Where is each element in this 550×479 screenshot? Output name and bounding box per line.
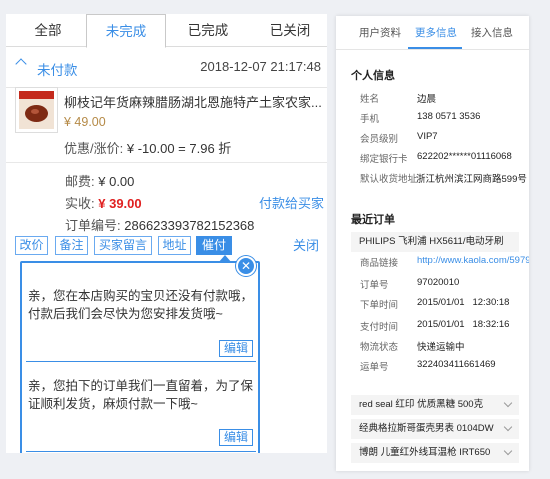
tab-more-info[interactable]: 更多信息	[415, 25, 457, 40]
info-row: 姓名 边晨	[360, 91, 525, 105]
product-title[interactable]: 柳枝记年货麻辣腊肠湖北恩施特产土家农家...	[64, 92, 322, 111]
paid-label: 实收:	[65, 196, 95, 211]
order-time: 2018-12-07 21:17:48	[200, 59, 321, 74]
tab-finished[interactable]: 已完成	[168, 14, 248, 47]
order-number-row: 订单编号: 286623393782152368	[65, 215, 254, 234]
order-label: 商品链接	[360, 258, 399, 269]
pay-to-buyer-link[interactable]: 付款给买家	[259, 193, 324, 212]
order-row: 运单号 322403411661469	[360, 359, 525, 373]
order-label: 运单号	[360, 362, 389, 373]
info-row: 手机 138 0571 3536	[360, 111, 525, 125]
edit-template-2-button[interactable]: 编辑	[218, 429, 253, 446]
tab-unfinished[interactable]: 未完成	[86, 14, 166, 48]
tab-access-info[interactable]: 接入信息	[471, 25, 513, 40]
active-tab-indicator	[408, 47, 462, 49]
order-label: 支付时间	[360, 322, 399, 333]
order-section-header[interactable]: 未付款 2018-12-07 21:17:48	[6, 47, 327, 88]
template-divider	[26, 451, 256, 452]
close-link[interactable]: 关闭	[293, 236, 319, 255]
product-image-band	[19, 91, 54, 99]
recent-order-product: 博朗 儿童红外线耳温枪 IRT650	[359, 447, 491, 458]
info-value: VIP7	[417, 131, 438, 142]
order-row: 商品链接 http://www.kaola.com/5979	[360, 255, 529, 269]
order-value: 快递运输中	[417, 342, 465, 353]
close-icon[interactable]: ✕	[236, 256, 256, 276]
info-label: 手机	[360, 114, 380, 125]
shipping-row: 邮费: ¥ 0.00	[65, 171, 134, 190]
order-value: 2015/01/01 12:30:18	[417, 297, 510, 308]
recent-orders-title: 最近订单	[351, 214, 395, 226]
template-divider	[26, 361, 256, 362]
tab-closed[interactable]: 已关闭	[250, 14, 327, 47]
order-actions: 改价 备注 买家留言 地址 催付 关闭	[6, 236, 327, 258]
order-row: 订单号 97020010	[360, 277, 525, 291]
urge-payment-button[interactable]: 催付	[196, 236, 232, 255]
order-value: 97020010	[417, 277, 460, 288]
recent-order-item[interactable]: 博朗 儿童红外线耳温枪 IRT650	[351, 443, 519, 463]
order-number-value: 286623393782152368	[124, 218, 255, 233]
urge-payment-popup: 亲，您在本店购买的宝贝还没有付款哦，付款后我们会尽快为您安排发货哦~ 编辑 亲，…	[20, 255, 260, 453]
discount-row: 优惠/涨价: ¥ -10.00 = 7.96 折	[64, 138, 231, 157]
recent-order-product: PHILIPS 飞利浦 HX5611/电动牙刷	[359, 236, 504, 247]
info-label: 绑定银行卡	[360, 154, 408, 165]
order-row: 支付时间 2015/01/01 18:32:16	[360, 319, 525, 333]
info-label: 会员级别	[360, 134, 399, 145]
divider	[6, 162, 327, 163]
order-status: 未付款	[37, 63, 78, 78]
order-tabs: 全部 未完成 已完成 已关闭	[6, 14, 327, 48]
info-value: 138 0571 3536	[417, 111, 481, 122]
order-label: 订单号	[360, 280, 389, 291]
order-value: 322403411661469	[417, 359, 496, 370]
recent-order-item[interactable]: PHILIPS 飞利浦 HX5611/电动牙刷	[351, 232, 519, 252]
info-value: 622202******01116068	[417, 151, 512, 162]
personal-info-title: 个人信息	[351, 70, 395, 82]
chevron-up-icon[interactable]	[15, 58, 27, 70]
order-panel: 全部 未完成 已完成 已关闭 未付款 2018-12-07 21:17:48 柳…	[6, 14, 327, 453]
info-row: 绑定银行卡 622202******01116068	[360, 151, 525, 165]
info-label: 默认收货地址	[360, 174, 418, 185]
customer-info-panel: 用户资料 更多信息 接入信息 个人信息 姓名 边晨 手机 138 0571 35…	[336, 16, 529, 471]
paid-row: 实收: ¥ 39.00	[65, 193, 142, 212]
change-price-button[interactable]: 改价	[15, 236, 48, 255]
buyer-message-button[interactable]: 买家留言	[94, 236, 152, 255]
recent-order-item[interactable]: red seal 红印 优质黑糖 500克	[351, 395, 519, 415]
product-image-highlight	[31, 109, 39, 114]
recent-order-product: red seal 红印 优质黑糖 500克	[359, 399, 484, 410]
shipping-value: ¥ 0.00	[98, 174, 135, 189]
discount-label: 优惠/涨价:	[64, 141, 124, 156]
chevron-down-icon	[503, 422, 513, 432]
chevron-down-icon	[503, 446, 513, 456]
shipping-label: 邮费:	[65, 174, 95, 189]
order-row: 下单时间 2015/01/01 12:30:18	[360, 297, 525, 311]
info-value: 浙江杭州滨江网商路599号	[416, 174, 527, 185]
popup-arrow	[218, 255, 232, 263]
order-label: 物流状态	[360, 342, 399, 353]
message-template-1[interactable]: 亲，您在本店购买的宝贝还没有付款哦，付款后我们会尽快为您安排发货哦~	[28, 287, 256, 323]
message-template-2[interactable]: 亲，您拍下的订单我们一直留着，为了保证顺利发货，麻烦付款一下哦~	[28, 377, 256, 413]
order-value: 2015/01/01 18:32:16	[417, 319, 510, 330]
product-thumbnail[interactable]	[15, 87, 58, 133]
address-button[interactable]: 地址	[158, 236, 191, 255]
order-number-label: 订单编号:	[65, 218, 121, 233]
info-row: 默认收货地址 浙江杭州滨江网商路599号	[360, 171, 527, 185]
tab-all[interactable]: 全部	[8, 14, 88, 47]
info-label: 姓名	[360, 94, 380, 105]
order-label: 下单时间	[360, 300, 399, 311]
info-value: 边晨	[417, 94, 437, 105]
info-row: 会员级别 VIP7	[360, 131, 525, 145]
tab-user-profile[interactable]: 用户资料	[359, 25, 401, 40]
paid-value: ¥ 39.00	[98, 196, 142, 211]
info-tabs: 用户资料 更多信息 接入信息	[336, 16, 529, 50]
product-link[interactable]: http://www.kaola.com/5979	[417, 255, 529, 266]
recent-order-item[interactable]: 经典格拉斯哥蛋壳男表 0104DW	[351, 419, 519, 439]
product-image	[19, 91, 54, 129]
order-row: 物流状态 快递运输中	[360, 339, 525, 353]
product-price: ¥ 49.00	[64, 115, 106, 129]
discount-value: ¥ -10.00 = 7.96 折	[126, 141, 232, 156]
chevron-down-icon	[503, 398, 513, 408]
recent-order-product: 经典格拉斯哥蛋壳男表 0104DW	[359, 423, 494, 434]
remark-button[interactable]: 备注	[55, 236, 88, 255]
edit-template-1-button[interactable]: 编辑	[218, 340, 253, 357]
